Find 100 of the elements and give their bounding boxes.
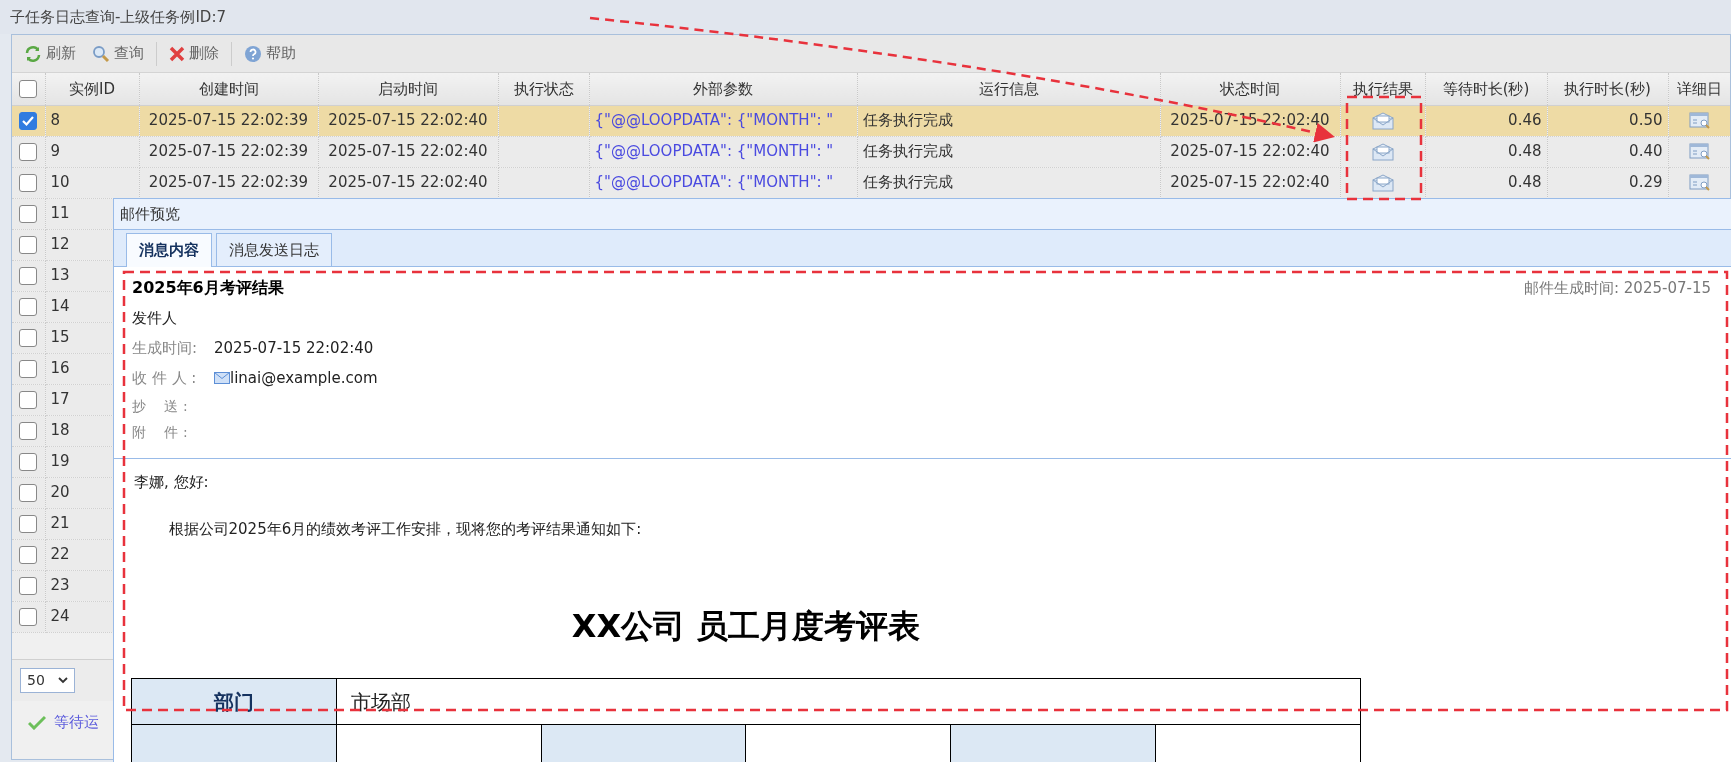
envelope-icon[interactable]: [1371, 173, 1394, 192]
table-cell: 0.50: [1629, 111, 1663, 130]
table-cell: 2025-07-15 22:02:40: [1170, 111, 1330, 130]
checkbox[interactable]: [19, 235, 38, 254]
help-button[interactable]: 帮助: [236, 38, 304, 69]
checkbox[interactable]: [19, 390, 38, 409]
column-header[interactable]: 等待时长(秒): [1425, 73, 1547, 105]
body-paragraph: 根据公司2025年6月的绩效考评工作安排，现将您的考评结果通知如下:: [167, 518, 643, 540]
instance-id: 21: [50, 514, 70, 533]
caret-icon: [58, 676, 68, 684]
instance-id: 24: [50, 607, 70, 626]
column-header[interactable]: 运行信息: [857, 73, 1160, 105]
field-label: 生成时间:: [132, 337, 199, 359]
instance-id: 20: [50, 483, 70, 502]
parameter-text: {"@@LOOPDATA": {"MONTH": ": [594, 173, 834, 192]
page-size-select[interactable]: 50: [20, 667, 75, 693]
instance-id: 18: [50, 421, 70, 440]
table-cell: 2025-07-15 22:02:40: [328, 173, 488, 192]
column-header[interactable]: 执行状态: [498, 73, 589, 105]
refresh-button[interactable]: 刷新: [16, 38, 84, 69]
column-header[interactable]: 创建时间: [139, 73, 318, 105]
column-header[interactable]: 实例ID: [45, 73, 139, 105]
parameter-text: {"@@LOOPDATA": {"MONTH": ": [594, 142, 834, 161]
instance-id: 22: [50, 545, 70, 564]
checkbox[interactable]: [19, 483, 38, 502]
tab[interactable]: 消息发送日志: [216, 232, 332, 266]
envelope-icon[interactable]: [1371, 142, 1394, 161]
parameter-text: {"@@LOOPDATA": {"MONTH": ": [594, 111, 834, 130]
table-cell: 2025-07-15 22:02:39: [148, 173, 309, 192]
instance-id: 14: [50, 297, 70, 316]
instance-id: 17: [50, 390, 70, 409]
log-detail-icon[interactable]: [1689, 110, 1711, 131]
field-value: 2025-07-15 22:02:40: [214, 337, 374, 359]
column-header[interactable]: 执行结果: [1340, 73, 1425, 105]
column-header[interactable]: 状态时间: [1160, 73, 1340, 105]
generated-time: 邮件生成时间: 2025-07-15: [1524, 277, 1712, 299]
instance-id: 8: [50, 111, 61, 130]
instance-id: 19: [50, 452, 70, 471]
checkbox[interactable]: [19, 514, 38, 533]
checkbox[interactable]: [19, 421, 38, 440]
checkbox[interactable]: [19, 576, 38, 595]
field-label: 收 件 人 :: [132, 367, 198, 389]
table-cell: 任务执行完成: [862, 111, 953, 130]
recipient-email: linai@example.com: [230, 367, 378, 389]
checkbox[interactable]: [19, 173, 38, 192]
checkbox[interactable]: [19, 111, 38, 130]
table-cell: 0.48: [1508, 173, 1542, 192]
table-cell: 0.48: [1508, 142, 1542, 161]
greeting-text: 李娜, 您好:: [134, 472, 210, 493]
help-icon: [244, 44, 262, 63]
table-cell: 0.40: [1629, 142, 1663, 161]
column-header[interactable]: 执行时长(秒): [1547, 73, 1668, 105]
status-text: 等待运: [54, 712, 99, 734]
delete-icon: [169, 45, 185, 62]
tab[interactable]: 消息内容: [126, 232, 212, 267]
table-cell: 0.46: [1508, 111, 1542, 130]
mail-subject: 2025年6月考评结果: [132, 277, 284, 299]
column-header[interactable]: 详细日: [1668, 73, 1730, 105]
checkbox[interactable]: [19, 204, 38, 223]
sender-label: 发件人: [132, 307, 177, 329]
checkbox[interactable]: [19, 545, 38, 564]
table-heading: XX公司 员工月度考评表: [570, 606, 922, 647]
field-label: 抄 送 :: [132, 396, 189, 416]
search-icon: [92, 44, 110, 63]
table-cell: 任务执行完成: [862, 173, 953, 192]
search-button[interactable]: 查询: [84, 38, 152, 69]
instance-id: 15: [50, 328, 70, 347]
instance-id: 9: [50, 142, 61, 161]
checkbox[interactable]: [19, 359, 38, 378]
instance-id: 12: [50, 235, 70, 254]
instance-id: 23: [50, 576, 70, 595]
envelope-icon[interactable]: [1371, 111, 1394, 130]
instance-id: 16: [50, 359, 70, 378]
table-cell: 2025-07-15 22:02:39: [148, 111, 309, 130]
mail-icon: [214, 372, 230, 384]
instance-id: 13: [50, 266, 70, 285]
table-cell: 任务执行完成: [862, 142, 953, 161]
dialog-title: 邮件预览: [114, 199, 1731, 229]
table-cell: 2025-07-15 22:02:40: [1170, 173, 1330, 192]
instance-id: 10: [50, 173, 70, 192]
column-header[interactable]: 启动时间: [318, 73, 498, 105]
table-cell: 0.29: [1629, 173, 1663, 192]
column-header[interactable]: 外部参数: [589, 73, 857, 105]
checkbox[interactable]: [19, 142, 38, 161]
checkbox[interactable]: [19, 266, 38, 285]
checkbox[interactable]: [19, 328, 38, 347]
checkbox[interactable]: [19, 452, 38, 471]
table-cell: 部门: [131, 678, 337, 725]
delete-button[interactable]: 删除: [161, 38, 227, 69]
log-detail-icon[interactable]: [1689, 172, 1711, 193]
log-detail-icon[interactable]: [1689, 141, 1711, 162]
check-icon: [28, 715, 46, 730]
checkbox[interactable]: [19, 80, 38, 98]
refresh-icon: [24, 44, 42, 63]
checkbox[interactable]: [19, 297, 38, 316]
table-cell: 2025-07-15 22:02:40: [328, 111, 488, 130]
checkbox[interactable]: [19, 607, 38, 626]
table-cell: 2025-07-15 22:02:40: [1170, 142, 1330, 161]
table-cell: 2025-07-15 22:02:40: [328, 142, 488, 161]
field-label: 附 件 :: [132, 422, 189, 442]
